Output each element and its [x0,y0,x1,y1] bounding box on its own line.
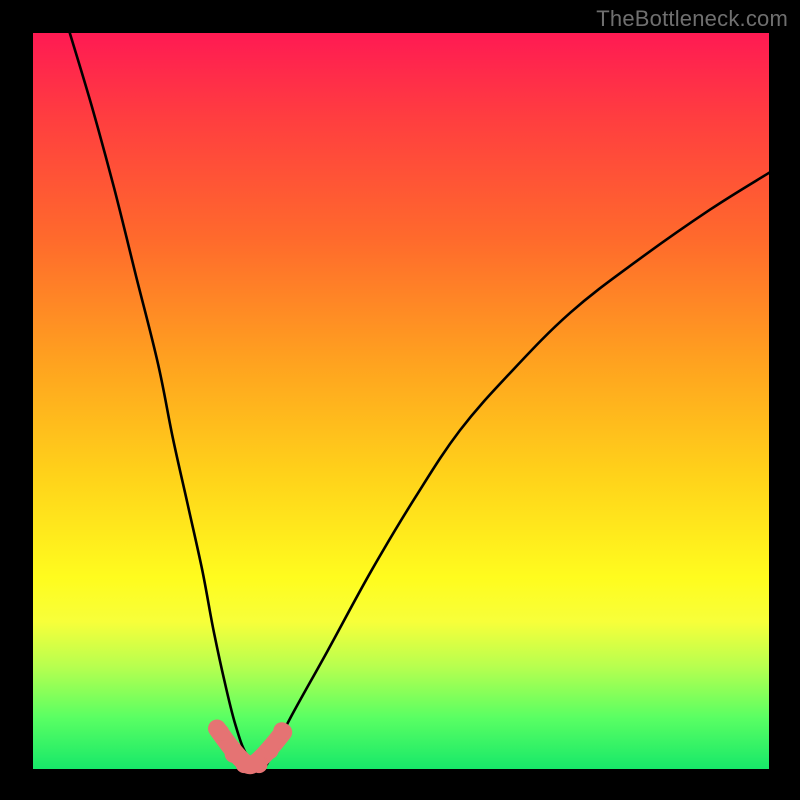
bump-dot [236,756,253,773]
curve-minimum-markers [212,722,290,773]
bump-dot [212,724,229,741]
bump-dot [262,742,279,759]
chart-frame: TheBottleneck.com [0,0,800,800]
bump-dot [251,756,268,773]
bottleneck-curve [70,33,769,769]
plot-area [33,33,769,769]
curve-layer [33,33,769,769]
watermark-text: TheBottleneck.com [596,6,788,32]
bump-dot [273,722,290,739]
